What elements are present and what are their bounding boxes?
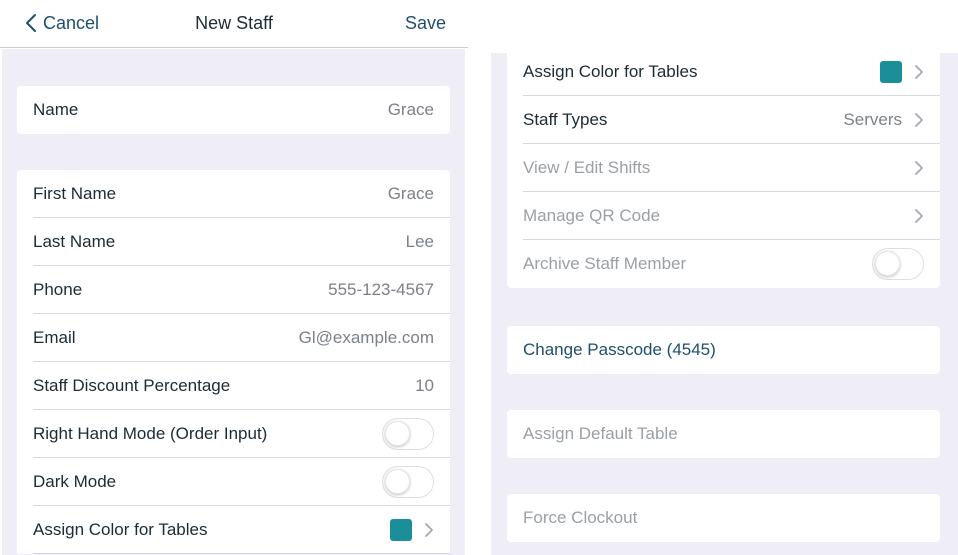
phone-row[interactable]: Phone 555-123-4567 (17, 266, 450, 314)
force-clockout-label: Force Clockout (523, 508, 638, 527)
right-hand-mode-toggle[interactable] (382, 418, 434, 450)
dark-mode-label: Dark Mode (33, 472, 117, 491)
chevron-right-icon (915, 65, 923, 79)
force-clockout-button[interactable]: Force Clockout (507, 494, 940, 542)
options-group: Assign Color for Tables Staff Types Serv… (507, 53, 940, 288)
color-swatch (880, 61, 902, 83)
first-name-value: Grace (387, 184, 434, 203)
navigation-bar: Cancel New Staff Save (0, 0, 468, 48)
name-label: Name (33, 100, 79, 119)
last-name-value: Lee (405, 232, 434, 251)
cancel-label: Cancel (43, 12, 100, 33)
archive-staff-row: Archive Staff Member (507, 240, 940, 288)
staff-discount-row[interactable]: Staff Discount Percentage 10 (17, 362, 450, 410)
last-name-row[interactable]: Last Name Lee (17, 218, 450, 266)
manage-qr-code-label: Manage QR Code (523, 206, 661, 225)
chevron-right-icon (915, 113, 923, 127)
phone-label: Phone (33, 280, 83, 299)
right-hand-mode-label: Right Hand Mode (Order Input) (33, 424, 268, 443)
cancel-button[interactable]: Cancel (25, 11, 99, 35)
assign-default-table-button[interactable]: Assign Default Table (507, 410, 940, 458)
left-panel: Cancel New Staff Save Name Grace First N… (0, 0, 468, 555)
phone-value: 555-123-4567 (328, 280, 434, 299)
row-separator (33, 553, 450, 554)
toggle-knob (385, 469, 410, 494)
form-body: Name Grace First Name Grace Last Name Le… (2, 49, 465, 555)
toggle-knob (875, 251, 900, 276)
right-panel: Assign Color for Tables Staff Types Serv… (491, 53, 958, 555)
name-group: Name Grace (17, 86, 450, 134)
force-clockout-group: Force Clockout (507, 494, 940, 542)
page-title-text: New Staff (195, 13, 273, 33)
dark-mode-toggle[interactable] (382, 466, 434, 498)
right-hand-mode-row: Right Hand Mode (Order Input) (17, 410, 450, 458)
toggle-knob (385, 421, 410, 446)
staff-types-row[interactable]: Staff Types Servers (507, 96, 940, 144)
view-edit-shifts-row[interactable]: View / Edit Shifts (507, 144, 940, 192)
assign-default-table-label: Assign Default Table (523, 424, 678, 443)
change-passcode-label: Change Passcode (4545) (523, 340, 716, 359)
email-label: Email (33, 328, 76, 347)
staff-discount-label: Staff Discount Percentage (33, 376, 231, 395)
email-row[interactable]: Email Gl@example.com (17, 314, 450, 362)
assign-color-label: Assign Color for Tables (33, 520, 208, 539)
chevron-left-icon (26, 14, 36, 32)
staff-discount-value: 10 (415, 376, 434, 395)
chevron-right-icon (425, 523, 433, 537)
chevron-right-icon (915, 161, 923, 175)
details-group: First Name Grace Last Name Lee Phone 555… (17, 170, 450, 554)
staff-types-label: Staff Types (523, 110, 608, 129)
name-row[interactable]: Name Grace (17, 86, 450, 134)
color-swatch (390, 519, 412, 541)
dark-mode-row: Dark Mode (17, 458, 450, 506)
assign-color-row-left[interactable]: Assign Color for Tables (17, 506, 450, 554)
default-table-group: Assign Default Table (507, 410, 940, 458)
first-name-row[interactable]: First Name Grace (17, 170, 450, 218)
save-button[interactable]: Save (405, 13, 446, 34)
name-value: Grace (387, 100, 434, 119)
assign-color-label: Assign Color for Tables (523, 62, 698, 81)
view-edit-shifts-label: View / Edit Shifts (523, 158, 651, 177)
last-name-label: Last Name (33, 232, 116, 251)
archive-staff-label: Archive Staff Member (523, 254, 687, 273)
chevron-right-icon (915, 209, 923, 223)
assign-color-row-right[interactable]: Assign Color for Tables (507, 53, 940, 96)
email-value: Gl@example.com (298, 328, 434, 347)
staff-types-value: Servers (843, 110, 902, 129)
archive-staff-toggle[interactable] (872, 248, 924, 280)
split-divider (465, 49, 491, 555)
change-passcode-button[interactable]: Change Passcode (4545) (507, 326, 940, 374)
first-name-label: First Name (33, 184, 117, 203)
manage-qr-code-row[interactable]: Manage QR Code (507, 192, 940, 240)
passcode-group: Change Passcode (4545) (507, 326, 940, 374)
